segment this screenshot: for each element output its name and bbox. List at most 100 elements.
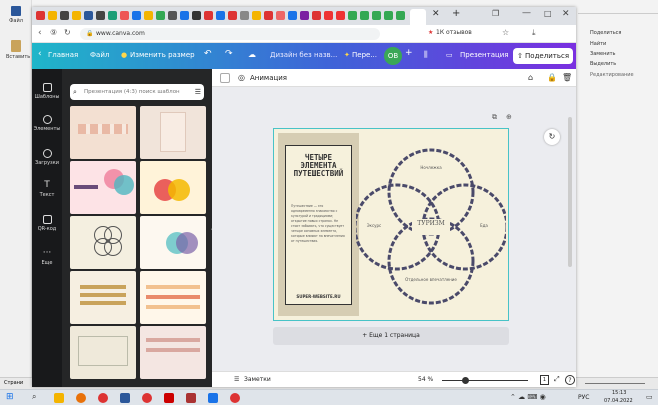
opera-icon[interactable]: [142, 393, 152, 403]
select-link[interactable]: Выделить: [590, 61, 616, 67]
close-window-icon[interactable]: ✕: [562, 9, 570, 19]
share-button[interactable]: ⇧ Поделиться: [513, 48, 573, 64]
restore-icon[interactable]: ❐: [492, 9, 499, 18]
avatar[interactable]: OB: [384, 47, 402, 65]
upgrade-button[interactable]: Пере...: [352, 51, 377, 59]
back-icon[interactable]: ‹: [38, 28, 42, 38]
template-thumb[interactable]: [70, 271, 136, 324]
copy-page-icon[interactable]: ⧉: [492, 113, 497, 122]
tab-icon[interactable]: [120, 11, 129, 20]
firefox-icon[interactable]: [76, 393, 86, 403]
rail-qr[interactable]: QR-код: [32, 215, 62, 232]
editor-scrollbar[interactable]: [568, 117, 572, 267]
rail-templates[interactable]: Шаблоны: [32, 83, 62, 100]
bg-color-swatch[interactable]: [220, 73, 230, 83]
app-icon[interactable]: [208, 393, 218, 403]
tab-icon[interactable]: [108, 11, 117, 20]
tab-icon[interactable]: [276, 11, 285, 20]
tab-icon[interactable]: [372, 11, 381, 20]
url-field[interactable]: 🔒 www.canva.com: [80, 28, 380, 40]
pdf-icon[interactable]: [164, 393, 174, 403]
yandex-icon[interactable]: [98, 393, 108, 403]
tab-icon[interactable]: [84, 11, 93, 20]
paste-tile[interactable]: Вставить: [6, 40, 30, 60]
tab-icon[interactable]: [132, 11, 141, 20]
trash-icon[interactable]: 🗑: [562, 73, 572, 82]
tab-icon[interactable]: [180, 11, 189, 20]
tab-icon[interactable]: [288, 11, 297, 20]
tab-icon[interactable]: [348, 11, 357, 20]
more-pages-button[interactable]: + Еще 1 страница: [273, 327, 509, 345]
file-menu[interactable]: Файл: [90, 51, 109, 59]
tab-icon[interactable]: [360, 11, 369, 20]
tab-icon[interactable]: [216, 11, 225, 20]
template-thumb[interactable]: [70, 106, 136, 159]
template-thumb[interactable]: [140, 271, 206, 324]
app-icon[interactable]: [186, 393, 196, 403]
tab-icon[interactable]: [228, 11, 237, 20]
rail-text[interactable]: T Текст: [32, 181, 62, 199]
animation-button[interactable]: Анимация: [250, 74, 287, 82]
slide-text-card[interactable]: ЧЕТЫРЕ ЭЛЕМЕНТА ПУТЕШЕСТВИЙ Путешествие …: [285, 145, 352, 305]
language-indicator[interactable]: РУС: [578, 394, 589, 401]
slide-body[interactable]: Путешествие — это одновременно знакомств…: [291, 204, 347, 244]
tab-icon[interactable]: [156, 11, 165, 20]
rail-elements[interactable]: Элементы: [32, 115, 62, 132]
rail-uploads[interactable]: Загрузки: [32, 149, 62, 166]
tab-icon[interactable]: [72, 11, 81, 20]
redo-icon[interactable]: ↷: [225, 49, 233, 59]
add-collaborator-icon[interactable]: +: [405, 48, 413, 58]
zoom-slider-track[interactable]: [442, 380, 528, 381]
explorer-icon[interactable]: [54, 393, 64, 403]
resize-button[interactable]: Изменить размер: [130, 51, 195, 59]
file-tile[interactable]: Файл: [6, 6, 26, 24]
tab-icon[interactable]: [300, 11, 309, 20]
minimize-icon[interactable]: —: [522, 8, 531, 18]
notes-button[interactable]: Заметки: [244, 376, 271, 383]
tab-icon[interactable]: [60, 11, 69, 20]
start-icon[interactable]: ⊞: [6, 392, 14, 402]
fullscreen-icon[interactable]: ⤢: [554, 375, 560, 384]
tab-icon[interactable]: [252, 11, 261, 20]
slide-title[interactable]: ЧЕТЫРЕ ЭЛЕМЕНТА ПУТЕШЕСТВИЙ: [290, 154, 347, 178]
word-taskbar-icon[interactable]: [120, 393, 130, 403]
refresh-icon[interactable]: ↻: [544, 129, 560, 145]
template-search-input[interactable]: ⌕ Презентация (4:3) поиск шаблон ☰: [70, 84, 204, 100]
undo-icon[interactable]: ↶: [204, 49, 212, 59]
template-thumb[interactable]: [140, 106, 206, 159]
analytics-icon[interactable]: ⫼: [424, 50, 428, 60]
page-count[interactable]: 1: [540, 375, 549, 385]
template-thumb[interactable]: [70, 216, 136, 269]
tab-icon[interactable]: [312, 11, 321, 20]
reload-icon[interactable]: ↻: [64, 28, 71, 37]
template-thumb[interactable]: [140, 161, 206, 214]
share-link[interactable]: Поделиться: [590, 30, 621, 36]
template-thumb[interactable]: [70, 161, 136, 214]
tab-icon[interactable]: [204, 11, 213, 20]
tab-icon[interactable]: [36, 11, 45, 20]
tray-icons[interactable]: ⌃ ☁ ⌨ ◉: [510, 393, 546, 401]
tab-icon[interactable]: [48, 11, 57, 20]
paint-roller-icon[interactable]: ⌂: [528, 73, 533, 82]
replace-link[interactable]: Заменить: [590, 51, 616, 57]
filter-icon[interactable]: ☰: [195, 84, 201, 100]
tab-icon[interactable]: [396, 11, 405, 20]
slide-canvas[interactable]: ЧЕТЫРЕ ЭЛЕМЕНТА ПУТЕШЕСТВИЙ Путешествие …: [273, 128, 509, 321]
new-tab-icon[interactable]: +: [452, 8, 460, 19]
template-thumb[interactable]: [140, 216, 206, 269]
active-tab[interactable]: [410, 9, 426, 25]
maximize-icon[interactable]: □: [544, 9, 552, 18]
tab-icon[interactable]: [144, 11, 153, 20]
lock-page-icon[interactable]: 🔒: [547, 73, 557, 82]
tab-icon[interactable]: [168, 11, 177, 20]
tab-icon[interactable]: [240, 11, 249, 20]
ya-icon[interactable]: ⑨: [50, 28, 57, 37]
reviews-link[interactable]: 1К отзывов: [436, 29, 472, 36]
tab-icon[interactable]: [264, 11, 273, 20]
help-button[interactable]: ?: [565, 375, 575, 385]
template-thumb[interactable]: [140, 326, 206, 379]
tab-icon[interactable]: [336, 11, 345, 20]
zoom-slider-handle[interactable]: [462, 377, 469, 384]
find-link[interactable]: Найти: [590, 41, 606, 47]
tab-icon[interactable]: [96, 11, 105, 20]
